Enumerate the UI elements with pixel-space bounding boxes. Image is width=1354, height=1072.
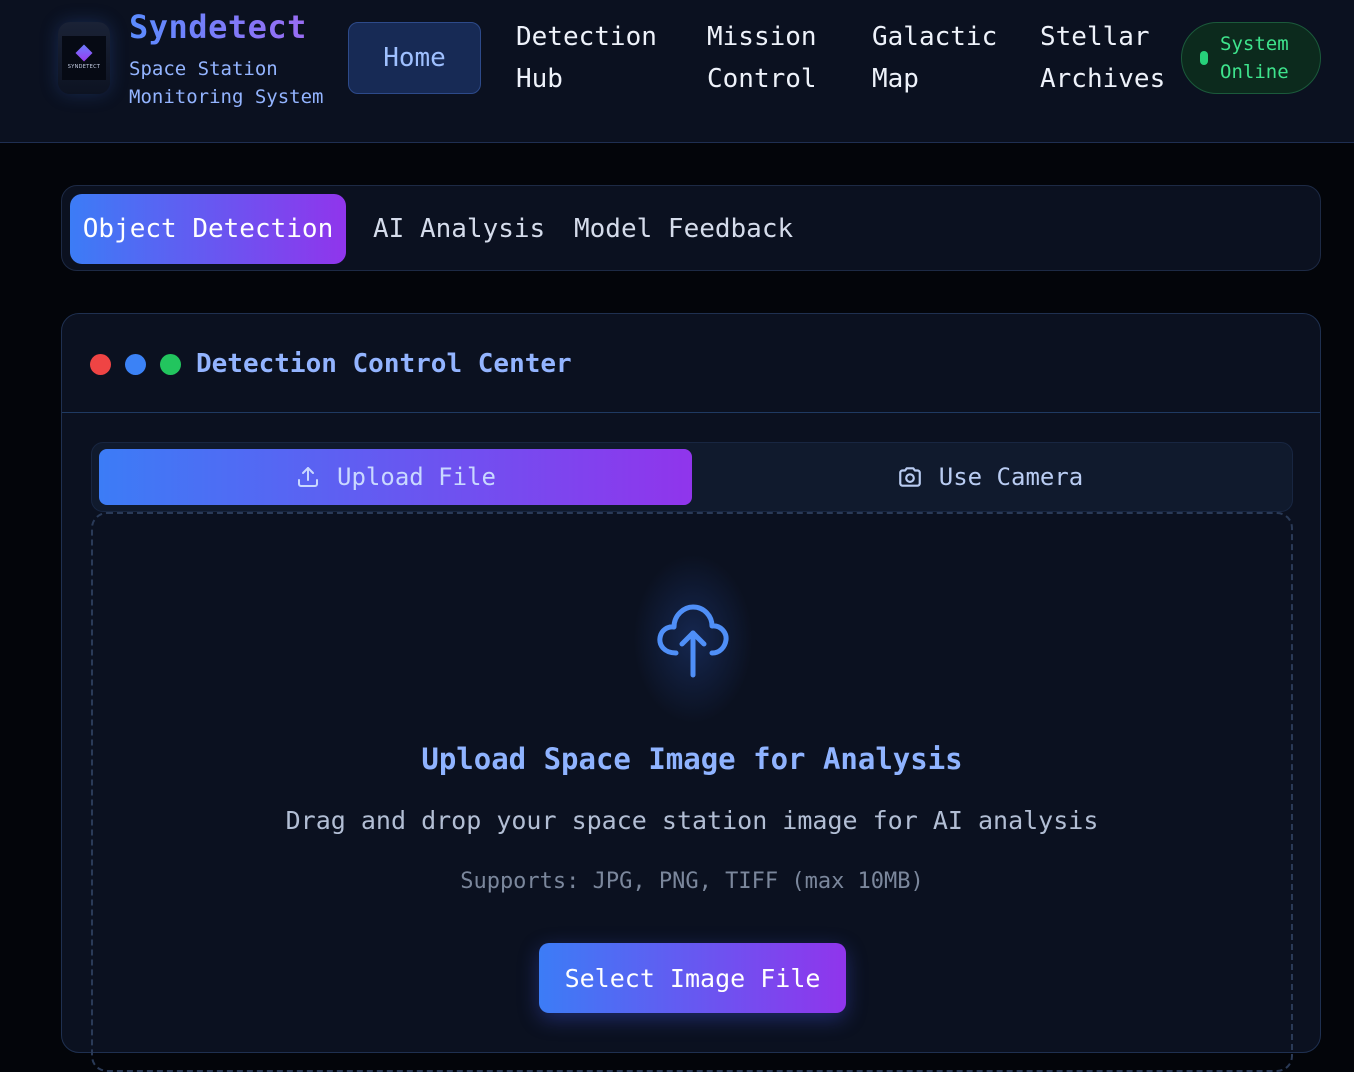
card-title: Detection Control Center	[196, 349, 572, 379]
image-dropzone[interactable]: Upload Space Image for Analysis Drag and…	[91, 512, 1293, 1072]
upload-icon	[295, 464, 321, 490]
nav-stellar-archives[interactable]: Stellar Archives	[1040, 16, 1170, 100]
use-camera-button[interactable]: Use Camera	[692, 449, 1288, 505]
card-header: Detection Control Center	[62, 314, 1320, 413]
logo-wordmark: SYNDETECT	[67, 63, 101, 70]
detection-control-center-card: Detection Control Center Upload File Use…	[61, 313, 1321, 1072]
tab-object-detection[interactable]: Object Detection	[70, 194, 346, 264]
nav-galactic-map[interactable]: Galactic Map	[872, 16, 1002, 100]
select-image-file-button[interactable]: Select Image File	[539, 943, 846, 1013]
brand-subtitle: Space Station Monitoring System	[129, 58, 324, 108]
brand-logo[interactable]: SYNDETECT	[58, 22, 110, 94]
window-dot-blue-icon	[125, 354, 146, 375]
camera-icon	[897, 464, 923, 490]
system-status-badge: System Online	[1181, 22, 1321, 94]
upload-file-button[interactable]: Upload File	[99, 449, 692, 505]
upload-file-label: Upload File	[337, 463, 496, 491]
logo-inner: SYNDETECT	[62, 36, 106, 80]
window-dot-green-icon	[160, 354, 181, 375]
top-navbar: SYNDETECT Syndetect Space Station Monito…	[0, 0, 1354, 143]
brand-title: Syndetect	[129, 8, 307, 46]
feature-tabs: Object Detection AI Analysis Model Feedb…	[61, 185, 1321, 271]
logo-gem-icon	[75, 44, 93, 61]
tab-ai-analysis[interactable]: AI Analysis	[373, 194, 545, 264]
status-text: System Online	[1220, 33, 1289, 83]
nav-home-button[interactable]: Home	[348, 22, 481, 94]
use-camera-label: Use Camera	[938, 463, 1084, 491]
nav-mission-control[interactable]: Mission Control	[707, 16, 837, 100]
dropzone-description: Drag and drop your space station image f…	[285, 806, 1099, 835]
nav-detection-hub[interactable]: Detection Hub	[516, 16, 657, 100]
dropzone-supported-formats: Supports: JPG, PNG, TIFF (max 10MB)	[460, 869, 924, 894]
tab-model-feedback[interactable]: Model Feedback	[574, 194, 793, 264]
window-dot-red-icon	[90, 354, 111, 375]
status-indicator-icon	[1200, 51, 1208, 65]
dropzone-title: Upload Space Image for Analysis	[421, 742, 963, 776]
cloud-upload-icon	[633, 554, 753, 724]
input-mode-switch: Upload File Use Camera	[91, 442, 1293, 512]
